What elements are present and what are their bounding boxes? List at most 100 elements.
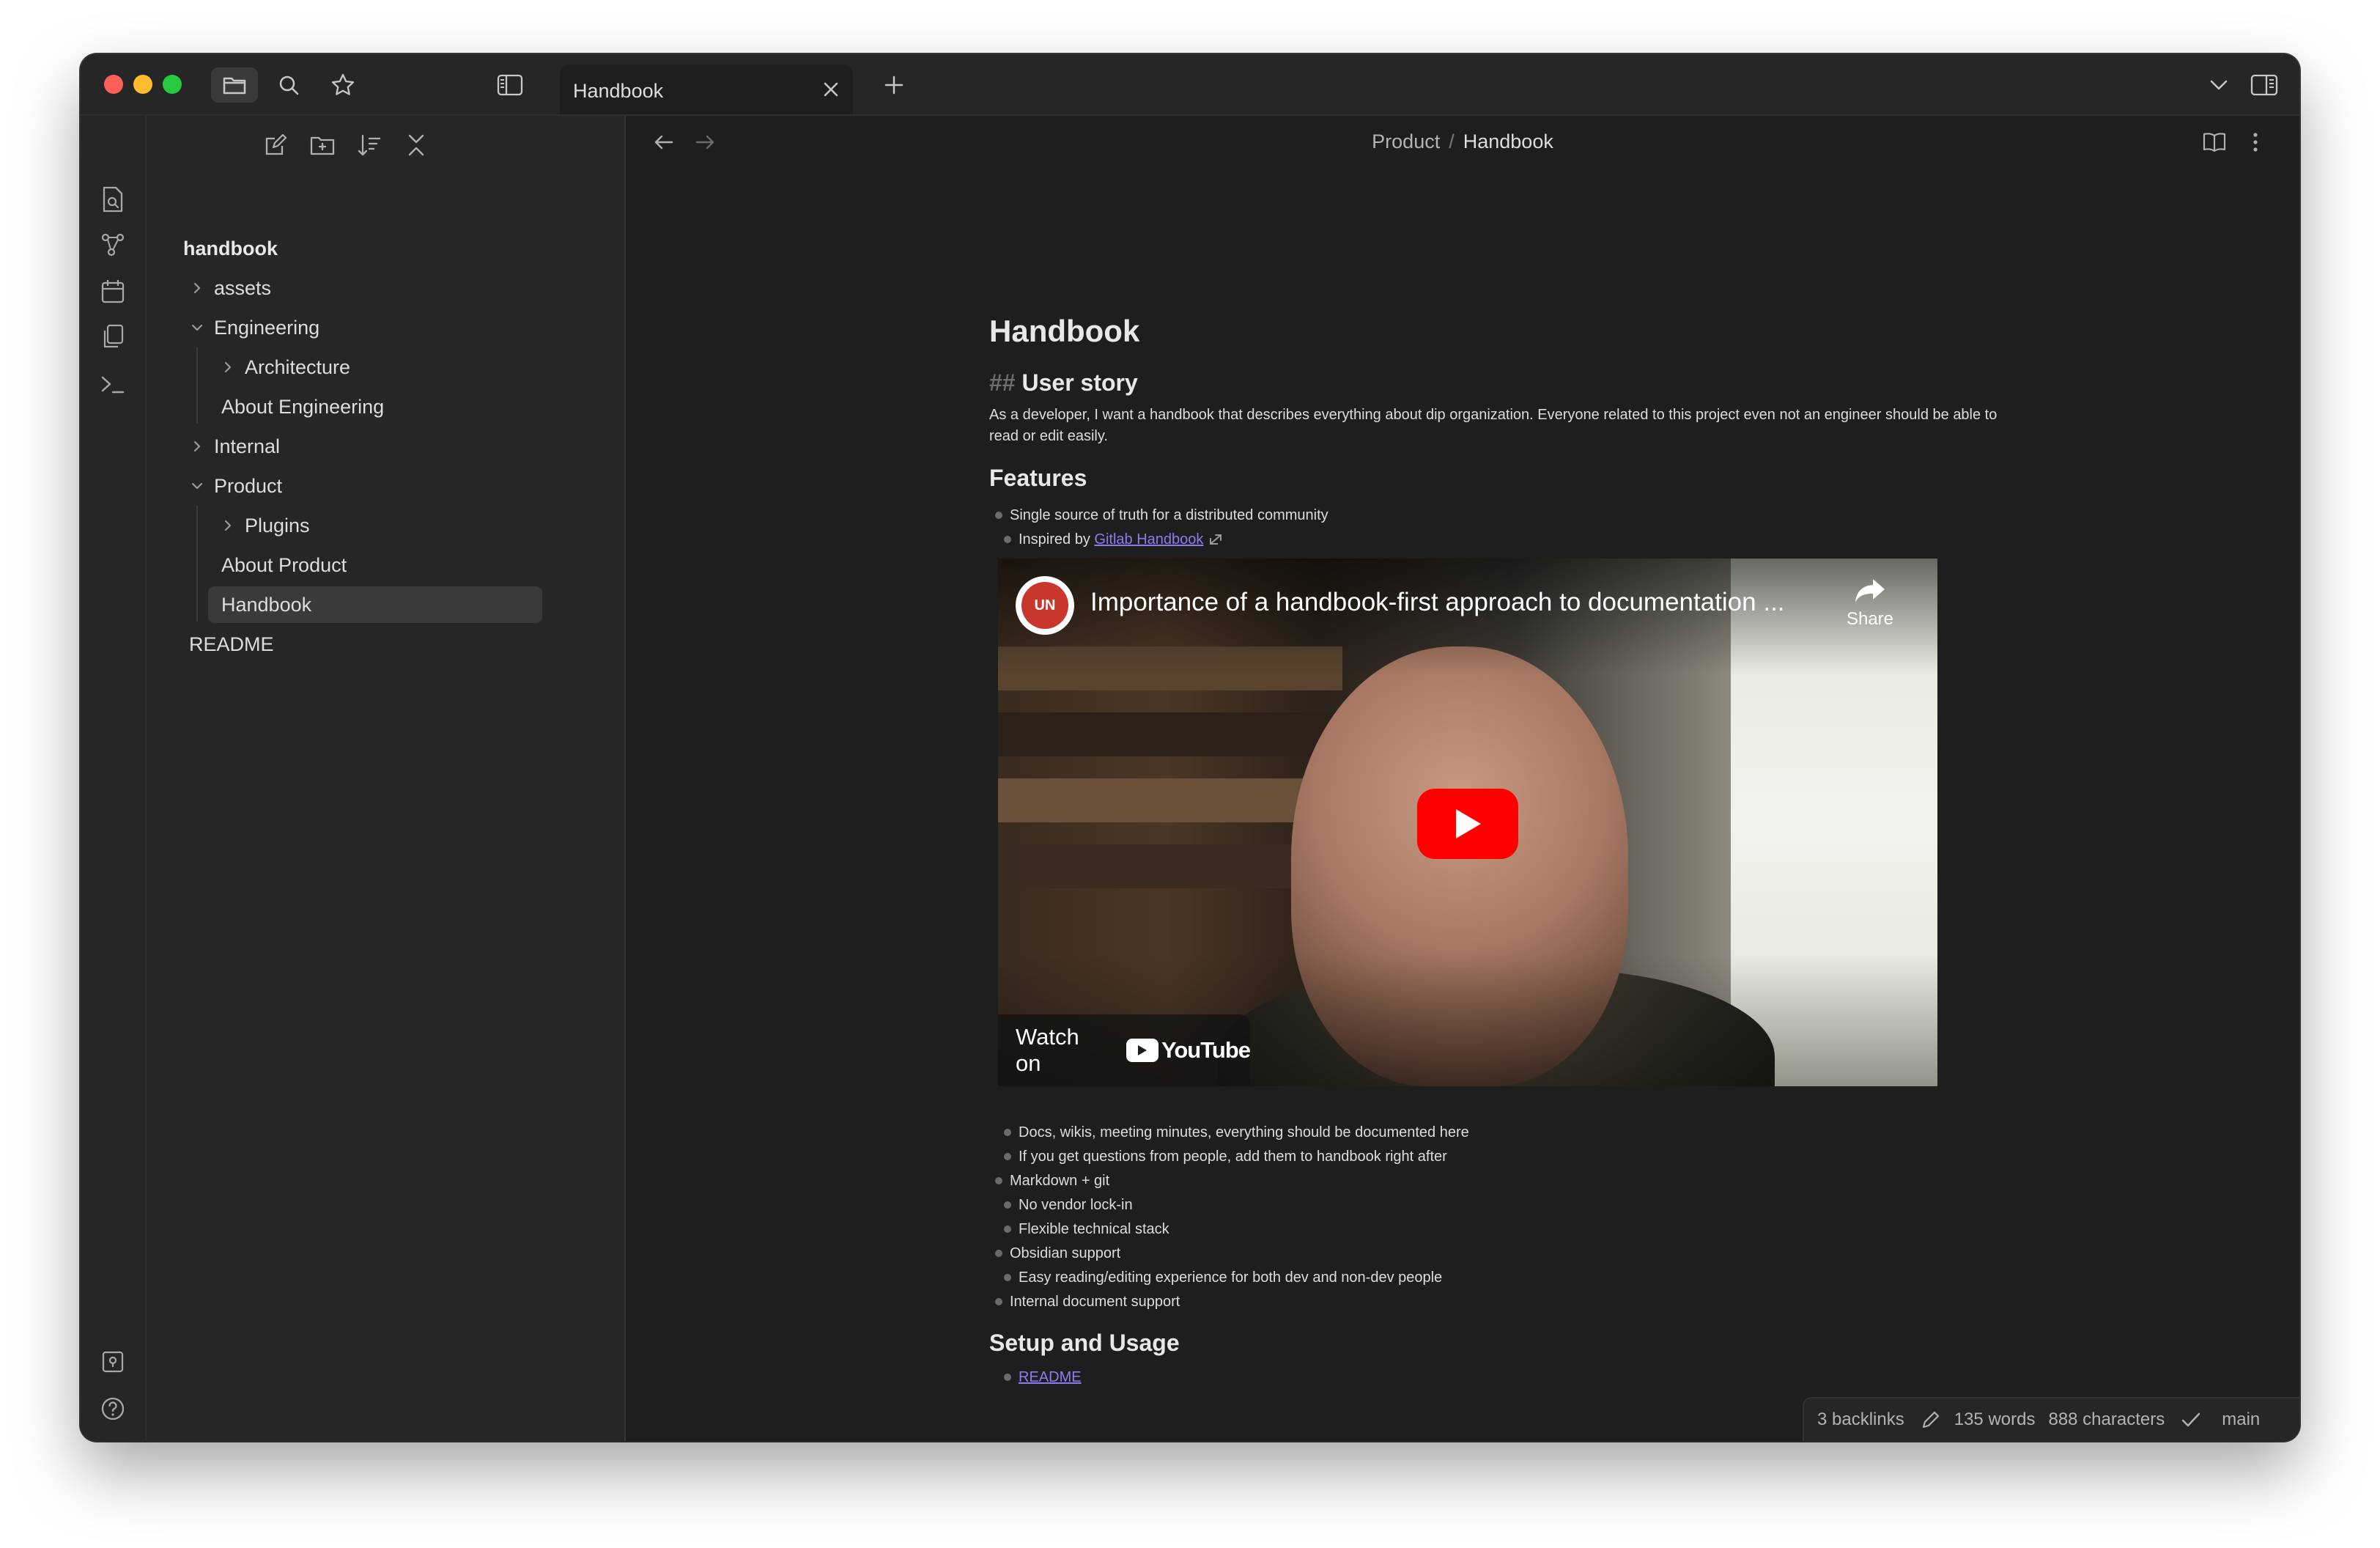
youtube-logo: YouTube (1126, 1037, 1251, 1064)
list-item: Flexible technical stack (1004, 1218, 1169, 1240)
search-icon (279, 75, 299, 95)
tree-file-about-engineering[interactable]: About Engineering (221, 388, 384, 425)
list-item: Docs, wikis, meeting minutes, everything… (1004, 1121, 1469, 1143)
readme-link[interactable]: README (1019, 1369, 1082, 1386)
list-item: Obsidian support (995, 1242, 1120, 1264)
reading-view-button[interactable] (2198, 126, 2231, 158)
bullet-dot (1004, 1201, 1011, 1209)
search-view-button[interactable] (265, 67, 312, 103)
video-title[interactable]: Importance of a handbook-first approach … (1090, 588, 1785, 617)
breadcrumb-parent[interactable]: Product (1372, 130, 1440, 152)
bullet-dot (995, 1177, 1002, 1184)
gitlab-handbook-link[interactable]: Gitlab Handbook (1094, 531, 1203, 548)
toggle-left-sidebar-button[interactable] (487, 67, 533, 103)
status-bar: 3 backlinks 135 words 888 characters mai… (1803, 1397, 2299, 1441)
graph-icon (101, 233, 125, 257)
channel-logo[interactable]: UN (1016, 576, 1074, 635)
backlinks-count[interactable]: 3 backlinks (1817, 1409, 1904, 1430)
checkmark-icon[interactable] (2181, 1411, 2201, 1429)
list-item: Single source of truth for a distributed… (995, 504, 1328, 526)
tab-handbook[interactable]: Handbook (560, 64, 853, 114)
open-command-palette-button[interactable] (97, 368, 129, 400)
user-story-text: As a developer, I want a handbook that d… (989, 407, 1998, 444)
tree-folder-product[interactable]: Product (186, 468, 282, 504)
chevron-right-icon (186, 435, 208, 457)
tree-folder-plugins[interactable]: Plugins (217, 507, 310, 544)
new-folder-icon (310, 136, 335, 155)
editor-pane: Product / Handbook Handbook ## User story … (626, 116, 2299, 1441)
tab-close-button[interactable] (818, 76, 844, 103)
tree-file-readme[interactable]: README (189, 626, 274, 663)
breadcrumb: Product / Handbook (626, 130, 2299, 153)
video-share-button[interactable]: Share (1833, 578, 1907, 630)
chevron-right-icon (217, 356, 239, 378)
youtube-embed[interactable]: UN Importance of a handbook-first approa… (998, 559, 1937, 1086)
bullet-dot (995, 512, 1002, 519)
close-window-button[interactable] (104, 75, 123, 94)
tree-file-about-product[interactable]: About Product (221, 547, 347, 583)
right-sidebar-icon (2250, 74, 2278, 96)
zoom-window-button[interactable] (163, 75, 182, 94)
tree-folder-assets[interactable]: assets (186, 270, 271, 306)
bookmarks-view-button[interactable] (319, 67, 366, 103)
vault-name[interactable]: handbook (183, 230, 278, 267)
sort-button[interactable] (352, 128, 387, 163)
bullet-dot (1004, 1153, 1011, 1160)
user-story-heading-text: User story (1021, 369, 1138, 396)
pencil-icon[interactable] (1921, 1409, 1941, 1430)
bullet-dot (1004, 1374, 1011, 1381)
star-icon (331, 73, 355, 95)
chevron-right-icon (217, 515, 239, 537)
sort-icon (358, 134, 381, 156)
breadcrumb-separator: / (1449, 130, 1455, 152)
tree-guide-line (196, 347, 198, 424)
new-folder-button[interactable] (305, 128, 340, 163)
watch-on-youtube-button[interactable]: Watch on YouTube (998, 1014, 1251, 1086)
bullet-dot (995, 1250, 1002, 1257)
open-quick-switcher-button[interactable] (97, 183, 129, 215)
breadcrumb-current[interactable]: Handbook (1463, 130, 1553, 152)
tree-file-handbook[interactable]: Handbook (208, 586, 542, 623)
tree-folder-internal[interactable]: Internal (186, 428, 280, 465)
app-window: Handbook handbook assets Engineering Arc… (81, 54, 2299, 1441)
collapse-all-button[interactable] (399, 128, 434, 163)
help-button[interactable] (97, 1393, 129, 1425)
chevron-down-icon (186, 317, 208, 339)
tree-folder-engineering[interactable]: Engineering (186, 309, 319, 346)
bullet-dot (995, 1298, 1002, 1305)
character-count: 888 characters (2048, 1409, 2165, 1429)
open-daily-note-button[interactable] (97, 276, 129, 308)
list-item: Inspired by Gitlab Handbook (1004, 528, 1225, 550)
tree-guide-line (196, 506, 198, 622)
files-view-button[interactable] (211, 67, 258, 103)
help-icon (101, 1397, 125, 1420)
toggle-right-sidebar-button[interactable] (2241, 67, 2288, 103)
title-bar: Handbook (81, 54, 2299, 116)
tree-folder-architecture[interactable]: Architecture (217, 349, 350, 386)
collapse-icon (408, 134, 424, 156)
bullet-dot (1004, 1129, 1011, 1136)
vault-icon (102, 1351, 124, 1373)
minimize-window-button[interactable] (133, 75, 152, 94)
user-story-heading: ## User story (989, 369, 1138, 397)
external-link-icon (1210, 534, 1222, 545)
settings-button[interactable] (97, 1440, 129, 1441)
manage-vaults-button[interactable] (97, 1346, 129, 1378)
new-tab-button[interactable] (871, 67, 917, 103)
insert-template-button[interactable] (97, 321, 129, 353)
more-options-button[interactable] (2239, 126, 2272, 158)
tab-list-button[interactable] (2195, 67, 2242, 103)
open-graph-view-button[interactable] (97, 229, 129, 261)
bullet-dot (1004, 1274, 1011, 1281)
new-note-button[interactable] (258, 128, 293, 163)
share-icon (1855, 579, 1885, 602)
video-play-button[interactable] (1417, 789, 1518, 859)
terminal-icon (101, 376, 125, 394)
setup-heading: Setup and Usage (989, 1330, 1180, 1356)
ribbon (81, 116, 147, 1441)
plus-icon (884, 75, 903, 95)
git-branch[interactable]: main (2222, 1409, 2260, 1430)
book-open-icon (2203, 133, 2226, 152)
calendar-icon (101, 280, 125, 303)
play-icon (1456, 809, 1481, 838)
